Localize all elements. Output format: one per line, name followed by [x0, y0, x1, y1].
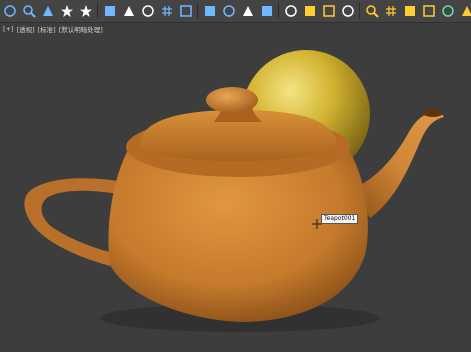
- walkthrough-icon[interactable]: [460, 4, 471, 18]
- render-setup-icon[interactable]: [303, 4, 317, 18]
- viewport-shading-label[interactable]: [默认明暗处理]: [59, 24, 103, 34]
- render-frame-icon[interactable]: [322, 4, 336, 18]
- orbit-icon[interactable]: [441, 4, 455, 18]
- mirror-icon[interactable]: [160, 4, 174, 18]
- viewport-perspective-label[interactable]: [透视]: [17, 24, 35, 34]
- material-editor-icon[interactable]: [284, 4, 298, 18]
- perspective-viewport[interactable]: Teapot001: [0, 35, 471, 348]
- toolbar-separator: [278, 3, 279, 19]
- snap-toggle-icon[interactable]: [103, 4, 117, 18]
- object-name-tooltip: Teapot001: [321, 214, 359, 224]
- scene-render: [24, 50, 444, 332]
- layer-manager-icon[interactable]: [203, 4, 217, 18]
- selection-filter-icon[interactable]: [3, 4, 17, 18]
- angle-snap-icon[interactable]: [122, 4, 136, 18]
- pan-view-icon[interactable]: [422, 4, 436, 18]
- scene-explorer-icon[interactable]: [222, 4, 236, 18]
- select-and-rotate-icon[interactable]: [79, 4, 93, 18]
- zoom-icon[interactable]: [365, 4, 379, 18]
- viewport-standard-label[interactable]: [标准]: [38, 24, 56, 34]
- schematic-view-icon[interactable]: [260, 4, 274, 18]
- main-toolbar: [0, 0, 471, 23]
- toolbar-separator: [97, 3, 98, 19]
- select-object-icon[interactable]: [22, 4, 36, 18]
- viewport-label-bar: [+] [透视] [标准] [默认明暗处理]: [0, 23, 471, 35]
- field-of-view-icon[interactable]: [403, 4, 417, 18]
- help-icon[interactable]: [341, 4, 355, 18]
- viewport-menu-plus[interactable]: [+]: [3, 25, 14, 33]
- percent-snap-icon[interactable]: [141, 4, 155, 18]
- grid-snap-icon[interactable]: [384, 4, 398, 18]
- lid-knob: [206, 87, 258, 113]
- curve-editor-icon[interactable]: [241, 4, 255, 18]
- align-icon[interactable]: [179, 4, 193, 18]
- toolbar-separator: [359, 3, 360, 19]
- spout-opening: [423, 109, 443, 117]
- select-by-name-icon[interactable]: [41, 4, 55, 18]
- select-and-move-icon[interactable]: [60, 4, 74, 18]
- toolbar-separator: [197, 3, 198, 19]
